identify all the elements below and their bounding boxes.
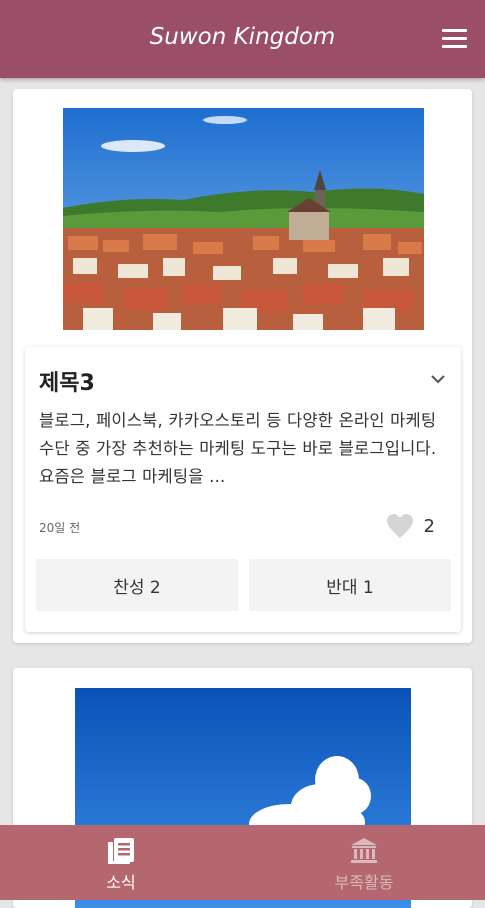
chevron-down-icon[interactable] xyxy=(431,372,445,386)
like-button[interactable]: 2 xyxy=(386,512,435,540)
hamburger-menu-icon[interactable] xyxy=(442,29,467,48)
nav-label-tribe-activities: 부족활동 xyxy=(334,873,394,892)
bottom-navigation: 소식 부족활동 xyxy=(0,825,485,900)
agree-button[interactable]: 찬성 2 xyxy=(36,559,238,611)
bank-icon xyxy=(351,838,377,863)
nav-label-news: 소식 xyxy=(106,873,136,892)
post-timestamp: 20일 전 xyxy=(39,521,81,535)
nav-tab-tribe-activities[interactable]: 부족활동 xyxy=(243,825,485,900)
heart-icon xyxy=(386,514,413,538)
post-body: 블로그, 페이스북, 카카오스토리 등 다양한 온라인 마케팅 수단 중 가장 … xyxy=(39,411,437,486)
nav-tab-news[interactable]: 소식 xyxy=(0,825,242,900)
post-image-town xyxy=(63,108,424,330)
app-header: Suwon Kingdom xyxy=(0,0,485,78)
disagree-button[interactable]: 반대 1 xyxy=(249,559,451,611)
app-title: Suwon Kingdom xyxy=(149,24,336,50)
post-title: 제목3 xyxy=(39,371,95,396)
news-icon xyxy=(108,838,134,864)
post-card: 제목3 블로그, 페이스북, 카카오스토리 등 다양한 온라인 마케팅 수단 중… xyxy=(13,89,472,643)
like-count: 2 xyxy=(423,515,435,537)
post-content-panel: 제목3 블로그, 페이스북, 카카오스토리 등 다양한 온라인 마케팅 수단 중… xyxy=(25,347,461,632)
